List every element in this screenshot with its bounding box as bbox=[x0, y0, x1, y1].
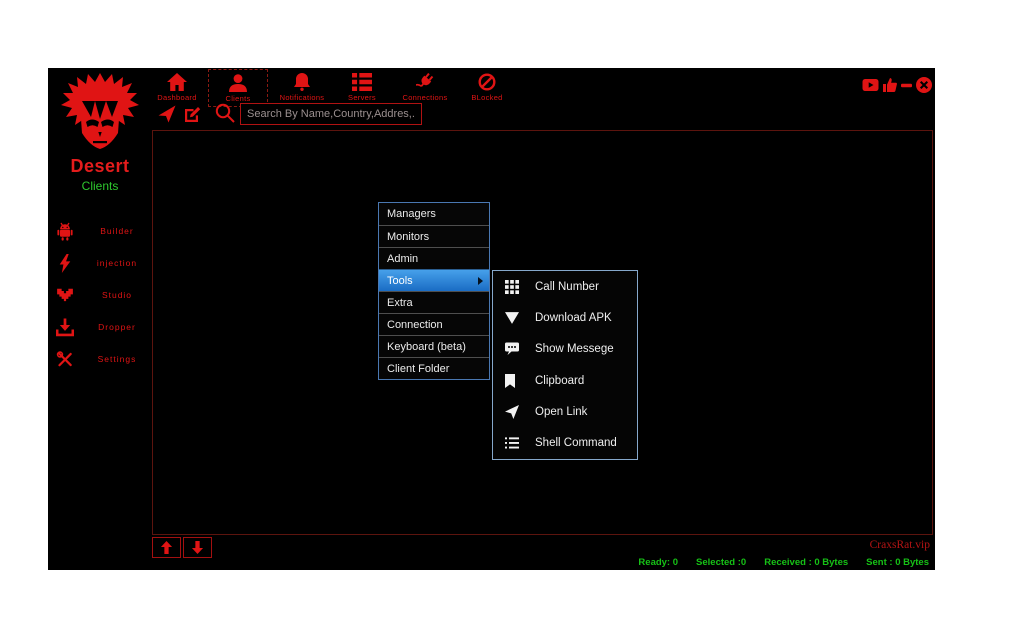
context-menu-item-extra[interactable]: Extra bbox=[379, 291, 489, 313]
nav-label: BLocked bbox=[455, 93, 519, 102]
nav-label: Notifications bbox=[270, 93, 334, 102]
nav-clients[interactable]: Clients bbox=[208, 69, 268, 107]
submenu-item-label: Clipboard bbox=[535, 375, 584, 387]
minimize-icon[interactable] bbox=[901, 83, 912, 88]
menu-item-label: Monitors bbox=[387, 231, 429, 243]
server-list-icon bbox=[330, 71, 394, 91]
send-icon[interactable] bbox=[158, 105, 176, 123]
menu-item-label: Client Folder bbox=[387, 363, 449, 375]
submenu-arrow-icon bbox=[478, 277, 483, 285]
menu-item-label: Managers bbox=[387, 208, 436, 220]
nav-label: Dashboard bbox=[145, 93, 209, 102]
context-menu-item-connection[interactable]: Connection bbox=[379, 313, 489, 335]
arrow-up-icon bbox=[160, 541, 173, 554]
submenu-item-clipboard[interactable]: Clipboard bbox=[493, 365, 637, 396]
submenu-item-call-number[interactable]: Call Number bbox=[493, 271, 637, 302]
pixel-heart-icon bbox=[56, 286, 74, 305]
status-received: Received : 0 Bytes bbox=[764, 557, 848, 568]
nav-connections[interactable]: Connections bbox=[393, 71, 457, 102]
nav-notifications[interactable]: Notifications bbox=[270, 71, 334, 102]
sidebar-item-label: Studio bbox=[74, 290, 160, 300]
status-ready: Ready: 0 bbox=[638, 557, 678, 568]
menu-item-label: Keyboard (beta) bbox=[387, 341, 466, 353]
status-bar: Ready: 0 Selected :0 Received : 0 Bytes … bbox=[638, 557, 929, 568]
blocked-icon bbox=[455, 71, 519, 91]
sidebar-item-label: Settings bbox=[74, 354, 160, 364]
nav-label: Servers bbox=[330, 93, 394, 102]
download-tray-icon bbox=[56, 318, 74, 337]
scroll-up-button[interactable] bbox=[152, 537, 181, 558]
status-selected: Selected :0 bbox=[696, 557, 746, 568]
context-menu-item-keyboard[interactable]: Keyboard (beta) bbox=[379, 335, 489, 357]
person-icon bbox=[209, 72, 267, 92]
app-subtitle: Clients bbox=[48, 179, 152, 193]
submenu-item-download-apk[interactable]: Download APK bbox=[493, 302, 637, 333]
nav-dashboard[interactable]: Dashboard bbox=[145, 71, 209, 102]
menu-item-label: Tools bbox=[387, 275, 413, 287]
sidebar-item-label: Dropper bbox=[74, 322, 160, 332]
message-bubble-icon bbox=[505, 342, 519, 356]
youtube-icon[interactable] bbox=[862, 79, 879, 91]
context-menu: Managers Monitors Admin Tools Extra Conn… bbox=[378, 202, 490, 380]
sidebar-item-label: injection bbox=[74, 258, 160, 268]
nav-blocked[interactable]: BLocked bbox=[455, 71, 519, 102]
nav-label: Clients bbox=[209, 94, 267, 103]
submenu-item-open-link[interactable]: Open Link bbox=[493, 396, 637, 427]
context-menu-item-tools[interactable]: Tools bbox=[379, 269, 489, 291]
brand-link: CraxsRat.vip bbox=[870, 539, 930, 551]
bookmark-icon bbox=[505, 374, 519, 388]
nav-label: Connections bbox=[393, 93, 457, 102]
submenu-item-label: Show Messege bbox=[535, 343, 614, 355]
arrow-down-icon bbox=[191, 541, 204, 554]
context-menu-item-monitors[interactable]: Monitors bbox=[379, 225, 489, 247]
android-icon bbox=[56, 222, 74, 241]
list-bullets-icon bbox=[505, 436, 519, 450]
menu-item-label: Connection bbox=[387, 319, 443, 331]
search-icon[interactable] bbox=[215, 103, 235, 123]
menu-item-label: Extra bbox=[387, 297, 413, 309]
menu-item-label: Admin bbox=[387, 253, 418, 265]
bell-icon bbox=[270, 71, 334, 91]
triangle-down-icon bbox=[505, 311, 519, 325]
search-input[interactable] bbox=[240, 103, 422, 125]
sidebar-item-label: Builder bbox=[74, 226, 160, 236]
app-window: Desert Clients Builder injection Studi bbox=[48, 68, 935, 570]
nav-servers[interactable]: Servers bbox=[330, 71, 394, 102]
edit-icon[interactable] bbox=[184, 105, 202, 123]
submenu-item-label: Open Link bbox=[535, 406, 587, 418]
context-menu-item-admin[interactable]: Admin bbox=[379, 247, 489, 269]
context-menu-item-managers[interactable]: Managers bbox=[379, 203, 489, 225]
tools-cross-icon bbox=[56, 350, 74, 369]
home-icon bbox=[145, 71, 209, 91]
submenu-item-label: Download APK bbox=[535, 312, 612, 324]
dialpad-icon bbox=[505, 280, 519, 294]
tools-submenu: Call Number Download APK Show Messege Cl… bbox=[492, 270, 638, 460]
lightning-icon bbox=[56, 254, 74, 273]
app-title: Desert bbox=[48, 156, 152, 177]
thumbs-up-icon[interactable] bbox=[883, 78, 897, 92]
submenu-item-label: Shell Command bbox=[535, 437, 617, 449]
status-sent: Sent : 0 Bytes bbox=[866, 557, 929, 568]
submenu-item-shell-command[interactable]: Shell Command bbox=[493, 428, 637, 459]
close-icon[interactable] bbox=[916, 77, 932, 93]
paper-plane-icon bbox=[505, 405, 519, 419]
scroll-down-button[interactable] bbox=[183, 537, 212, 558]
window-controls bbox=[862, 77, 932, 93]
desert-logo-icon bbox=[60, 72, 140, 156]
submenu-item-label: Call Number bbox=[535, 281, 599, 293]
context-menu-item-client-folder[interactable]: Client Folder bbox=[379, 357, 489, 379]
submenu-item-show-message[interactable]: Show Messege bbox=[493, 334, 637, 365]
plug-icon bbox=[393, 71, 457, 91]
